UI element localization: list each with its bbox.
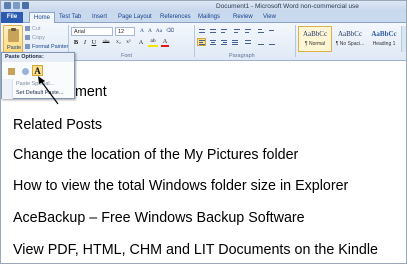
shrink-font-button[interactable]: A	[146, 27, 154, 36]
styles-gallery-scrollbar[interactable]	[401, 26, 406, 52]
align-right-icon[interactable]	[219, 38, 228, 46]
multilevel-list-icon[interactable]	[219, 27, 228, 35]
change-case-button[interactable]: Aa	[155, 27, 163, 36]
style-name: Heading 1	[372, 41, 396, 47]
strikethrough-button[interactable]: abe	[100, 38, 112, 47]
scissors-icon	[25, 26, 30, 32]
merge-formatting-icon[interactable]	[19, 65, 30, 76]
style-name: ¶ Normal	[304, 41, 326, 47]
font-group-label: Font	[121, 53, 133, 59]
menu-gutter	[2, 79, 13, 99]
superscript-button[interactable]: x²	[124, 38, 133, 47]
font-color-button[interactable]: A	[161, 38, 169, 47]
show-marks-icon[interactable]	[267, 27, 276, 35]
style-sample: AaBbCc	[302, 30, 328, 38]
sort-icon[interactable]	[256, 27, 265, 35]
copy-icon	[25, 35, 30, 41]
font-size-select[interactable]: 12	[115, 27, 135, 36]
tab-view[interactable]: View	[263, 12, 276, 23]
style-sample: AaBbCc	[371, 30, 397, 38]
document-line: Related Posts	[13, 117, 103, 133]
highlight-color-button[interactable]: ab	[148, 38, 158, 47]
bold-button[interactable]: B	[72, 38, 80, 47]
paste-button[interactable]: Paste	[3, 25, 23, 55]
tab-page-layout[interactable]: Page Layout	[118, 12, 152, 23]
style-heading-1[interactable]: AaBbCc Heading 1	[367, 26, 401, 52]
save-icon[interactable]	[4, 2, 11, 9]
style-normal[interactable]: AaBbCc ¶ Normal	[298, 26, 332, 52]
tab-insert[interactable]: Insert	[92, 12, 107, 23]
style-no-spacing[interactable]: AaBbCc ¶ No Spaci...	[333, 26, 367, 52]
tab-references[interactable]: References	[160, 12, 191, 23]
style-sample: AaBbCc	[337, 30, 363, 38]
tab-mailings[interactable]: Mailings	[198, 12, 220, 23]
grow-font-button[interactable]: A	[138, 27, 146, 36]
clear-formatting-icon[interactable]: ⌫	[166, 27, 174, 36]
align-left-icon[interactable]	[197, 38, 206, 46]
document-line: AceBackup – Free Windows Backup Software	[13, 210, 305, 226]
line-spacing-icon[interactable]	[243, 38, 252, 46]
clipboard-icon	[8, 28, 19, 42]
document-line: Change the location of the My Pictures f…	[13, 147, 299, 163]
ribbon-tabs: File Home Test Tab Insert Page Layout Re…	[1, 12, 406, 24]
text-effects-icon[interactable]: A	[137, 38, 145, 47]
keep-text-only-icon[interactable]: A	[32, 65, 43, 76]
font-name-select[interactable]: Arial	[71, 27, 113, 36]
increase-indent-icon[interactable]	[243, 27, 252, 35]
paragraph-group-label: Paragraph	[229, 53, 255, 59]
shading-icon[interactable]	[256, 38, 265, 46]
justify-icon[interactable]	[230, 38, 239, 46]
undo-icon[interactable]	[13, 2, 20, 9]
group-separator	[295, 25, 296, 57]
group-separator	[194, 25, 195, 57]
tab-test-tab[interactable]: Test Tab	[59, 12, 81, 23]
document-line: How to view the total Windows folder siz…	[13, 178, 349, 194]
bullets-icon[interactable]	[197, 27, 206, 35]
word-window: Document1 - Microsoft Word non-commercia…	[0, 0, 407, 264]
quick-access-toolbar	[4, 2, 29, 9]
decrease-indent-icon[interactable]	[232, 27, 241, 35]
tab-review[interactable]: Review	[233, 12, 253, 23]
paste-options-menu: Paste Options: A Paste Special... Set De…	[1, 52, 75, 99]
keep-source-formatting-icon[interactable]	[5, 65, 16, 76]
underline-button[interactable]: U	[90, 38, 98, 47]
cut-button[interactable]: Cut	[25, 26, 41, 32]
paste-special-item[interactable]: Paste Special...	[16, 81, 54, 87]
format-painter-button[interactable]: Format Painter	[25, 44, 68, 50]
copy-button[interactable]: Copy	[25, 35, 45, 41]
italic-button[interactable]: I	[81, 38, 89, 47]
paste-options-header: Paste Options:	[2, 53, 74, 62]
tab-file[interactable]: File	[1, 12, 23, 23]
paste-label: Paste	[7, 45, 22, 51]
window-title: Document1 - Microsoft Word non-commercia…	[216, 3, 359, 10]
numbering-icon[interactable]	[208, 27, 217, 35]
subscript-button[interactable]: x₂	[114, 38, 123, 47]
paintbrush-icon	[25, 44, 30, 50]
title-bar: Document1 - Microsoft Word non-commercia…	[1, 1, 406, 12]
redo-icon[interactable]	[22, 2, 29, 9]
borders-icon[interactable]	[267, 38, 276, 46]
align-center-icon[interactable]	[208, 38, 217, 46]
document-line: View PDF, HTML, CHM and LIT Documents on…	[13, 242, 378, 258]
style-name: ¶ No Spaci...	[335, 41, 365, 47]
set-default-paste-item[interactable]: Set Default Paste...	[16, 90, 63, 96]
